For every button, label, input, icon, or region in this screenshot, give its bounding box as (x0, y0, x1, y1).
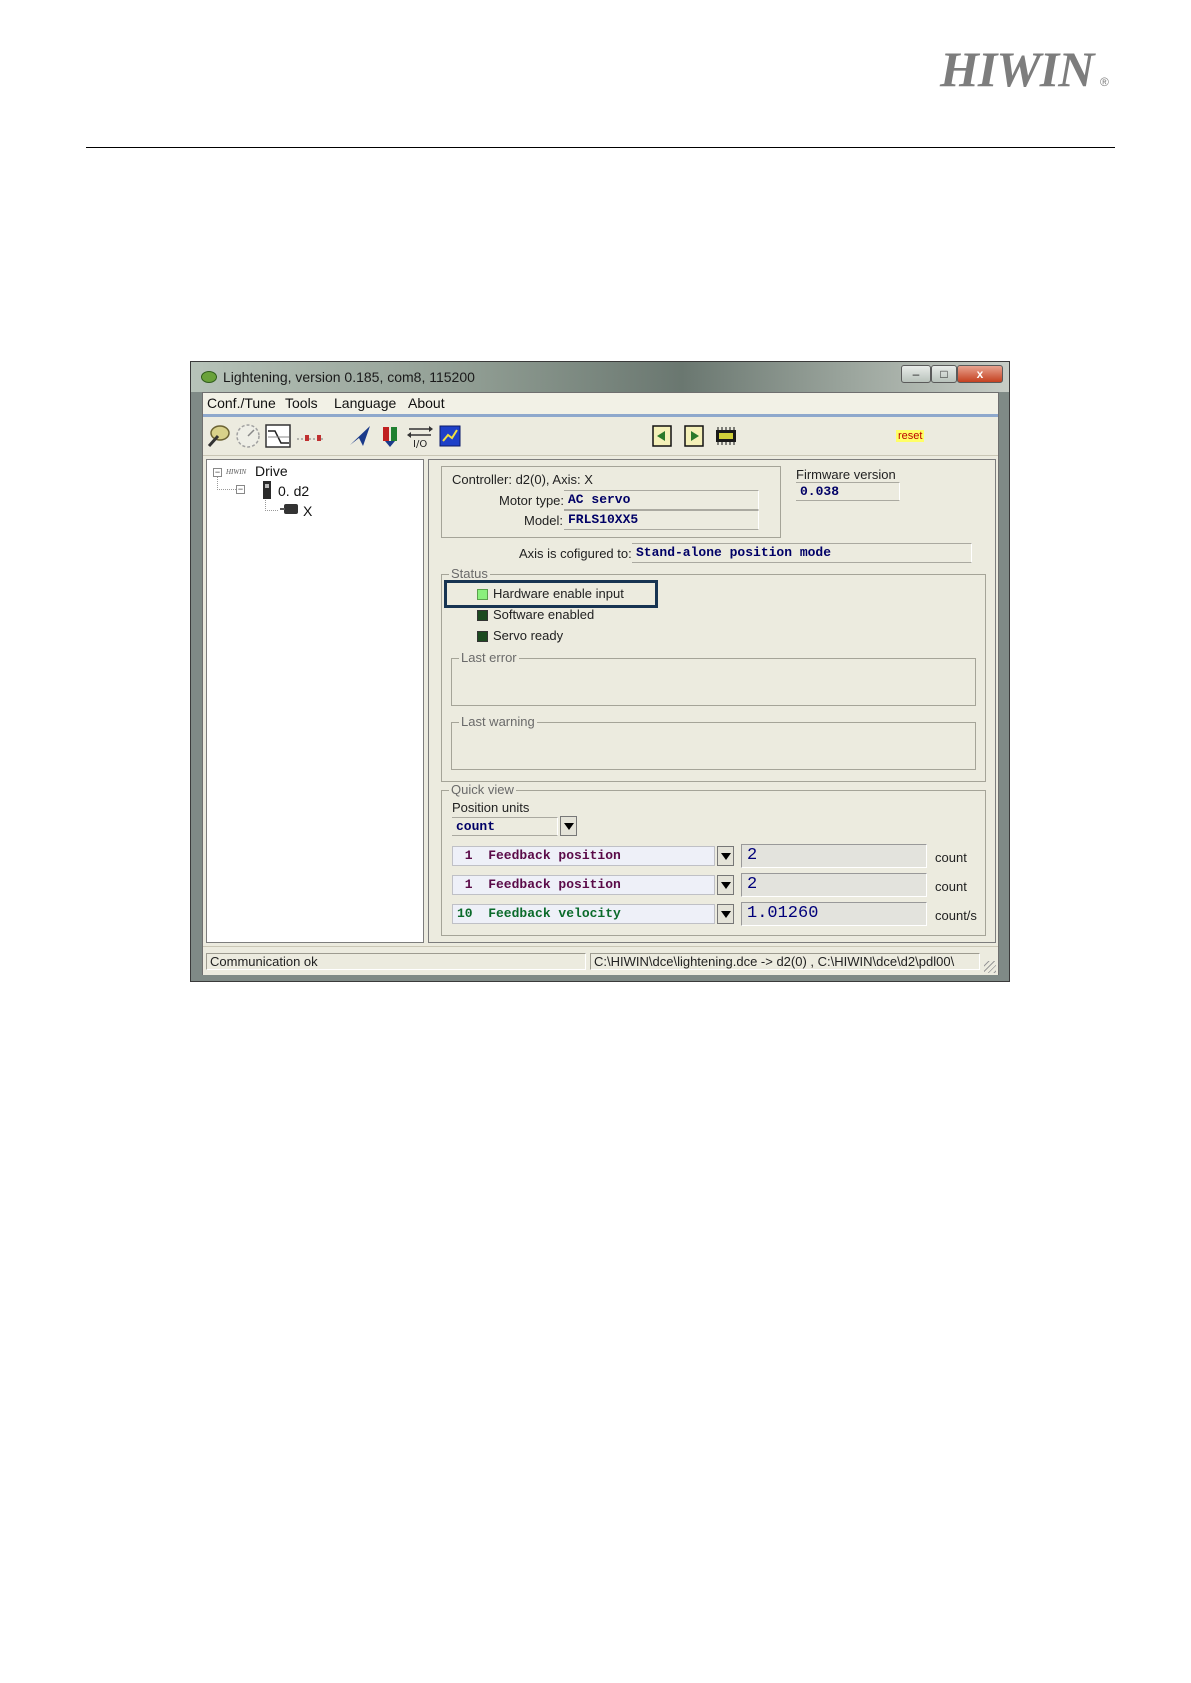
hardware-enable-label: Hardware enable input (493, 586, 624, 601)
profile-icon[interactable] (265, 423, 291, 449)
position-units-label: Position units (452, 800, 530, 815)
quick-view-value-2: 2 (741, 873, 927, 897)
servo-ready-led (477, 631, 488, 642)
chevron-down-icon (721, 853, 731, 860)
download-icon[interactable] (681, 423, 707, 449)
firmware-label: Firmware version (796, 467, 896, 482)
quick-view-selector-1[interactable]: 1 Feedback position (452, 846, 715, 866)
last-warning-label: Last warning (459, 714, 537, 729)
registered-mark: ® (1100, 75, 1109, 89)
quick-view-unit-3: count/s (935, 908, 977, 923)
quick-view-label: Quick view (449, 782, 516, 797)
quick-view-value-1: 2 (741, 844, 927, 868)
chevron-down-icon (721, 882, 731, 889)
tree-item-drive[interactable]: Drive (255, 463, 288, 479)
last-error-box (451, 658, 976, 706)
collapse-d2-toggle[interactable]: − (236, 485, 245, 494)
drive-tree: − HIWIN Drive − 0. d2 X (206, 459, 424, 943)
flash-chip-icon[interactable] (713, 423, 739, 449)
firmware-field: 0.038 (796, 482, 900, 501)
status-file-path: C:\HIWIN\dce\lightening.dce -> d2(0) , C… (590, 953, 980, 970)
hiwin-mini-logo: HIWIN (226, 468, 247, 476)
resize-grip[interactable] (984, 961, 996, 973)
collapse-drive-toggle[interactable]: − (213, 468, 222, 477)
menu-tools[interactable]: Tools (285, 395, 318, 411)
io-icon[interactable]: I/O (407, 423, 433, 449)
chevron-down-icon (721, 911, 731, 918)
quick-view-value-3: 1.01260 (741, 902, 927, 926)
software-enabled-label: Software enabled (493, 607, 595, 622)
client-area: Conf./Tune Tools Language About I/O rese… (202, 392, 999, 975)
model-label: Model: (524, 513, 564, 528)
position-units-select[interactable]: count (452, 817, 558, 836)
quick-view-selector-3[interactable]: 10 Feedback velocity (452, 904, 715, 924)
motor-type-field: AC servo (564, 490, 759, 510)
chart-icon[interactable] (437, 423, 463, 449)
model-field: FRLS10XX5 (564, 510, 759, 530)
menu-bar: Conf./Tune Tools Language About (203, 393, 998, 415)
servo-ready-label: Servo ready (493, 628, 564, 643)
app-window: Lightening, version 0.185, com8, 115200 … (190, 361, 1010, 982)
minimize-button[interactable]: – (901, 365, 931, 383)
menu-conf-tune[interactable]: Conf./Tune (207, 395, 276, 411)
header-rule (86, 147, 1115, 148)
axis-panel: Controller: d2(0), Axis: X Motor type: A… (428, 459, 996, 943)
status-bar: Communication ok C:\HIWIN\dce\lightening… (203, 946, 998, 975)
upload-icon[interactable] (649, 423, 675, 449)
wrench-icon[interactable] (205, 423, 231, 449)
quick-view-unit-1: count (935, 850, 967, 865)
close-button[interactable]: x (957, 365, 1003, 383)
hardware-enable-led (477, 589, 488, 600)
tree-connector-axis (265, 500, 278, 511)
controller-label: Controller: d2(0), Axis: X (452, 472, 593, 487)
jet-icon[interactable] (347, 423, 373, 449)
tree-connector (217, 477, 236, 490)
status-communication: Communication ok (206, 953, 586, 970)
quick-view-dropdown-1[interactable] (717, 846, 734, 866)
svg-text:I/O: I/O (413, 439, 427, 449)
drive-unit-icon (263, 481, 271, 499)
last-error-label: Last error (459, 650, 519, 665)
maximize-button[interactable]: □ (931, 365, 957, 383)
tree-item-d2[interactable]: 0. d2 (278, 483, 309, 499)
app-leaf-icon (201, 371, 217, 383)
position-units-dropdown[interactable] (560, 816, 577, 836)
quick-view-unit-2: count (935, 879, 967, 894)
last-warning-box (451, 722, 976, 770)
reset-button[interactable]: reset (896, 430, 925, 442)
status-group-label: Status (449, 566, 490, 581)
quick-view-dropdown-2[interactable] (717, 875, 734, 895)
motor-type-label: Motor type: (499, 493, 565, 508)
chevron-down-icon (564, 823, 574, 830)
axis-config-label: Axis is cofigured to: (519, 546, 632, 561)
title-bar[interactable]: Lightening, version 0.185, com8, 115200 … (191, 362, 1009, 392)
quick-view-dropdown-3[interactable] (717, 904, 734, 924)
menu-language[interactable]: Language (334, 395, 396, 411)
hiwin-logo: HIWIN (940, 41, 1094, 97)
scope-icon[interactable] (235, 423, 261, 449)
window-title: Lightening, version 0.185, com8, 115200 (223, 369, 475, 385)
motor-icon (280, 504, 298, 514)
axis-config-field: Stand-alone position mode (632, 543, 972, 563)
io-signals-icon[interactable] (295, 423, 327, 449)
quick-view-selector-2[interactable]: 1 Feedback position (452, 875, 715, 895)
tree-item-axis-x[interactable]: X (303, 503, 312, 519)
toolbar: I/O reset (203, 417, 998, 456)
polarity-icon[interactable] (377, 423, 403, 449)
menu-about[interactable]: About (408, 395, 445, 411)
software-enabled-led (477, 610, 488, 621)
